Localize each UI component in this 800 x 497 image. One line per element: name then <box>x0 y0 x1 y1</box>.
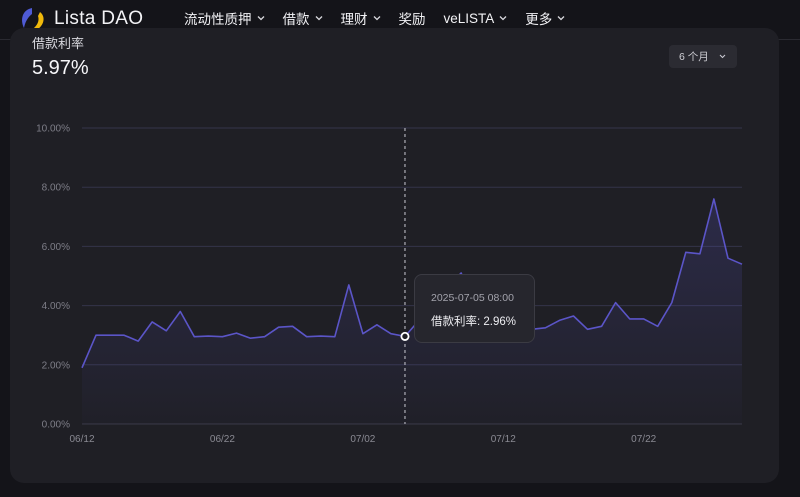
y-tick-label: 6.00% <box>42 242 70 253</box>
tooltip-date: 2025-07-05 08:00 <box>431 292 514 304</box>
y-tick-label: 8.00% <box>42 183 70 194</box>
y-tick-label: 0.00% <box>42 420 70 431</box>
x-tick-label: 07/22 <box>631 434 656 445</box>
y-tick-label: 4.00% <box>42 301 70 312</box>
x-tick-label: 07/02 <box>350 434 375 445</box>
hover-point <box>400 331 410 341</box>
x-tick-label: 07/12 <box>491 434 516 445</box>
x-tick-label: 06/22 <box>210 434 235 445</box>
tooltip-value: 借款利率: 2.96% <box>431 316 516 328</box>
borrow-rate-chart[interactable]: 0.00% 2.00% 4.00% 6.00% 8.00% 10.00% 06/12 06/… <box>0 0 800 497</box>
chart-tooltip: 2025-07-05 08:00 借款利率: 2.96% <box>414 274 535 343</box>
y-tick-label: 2.00% <box>42 360 70 371</box>
x-tick-label: 06/12 <box>69 434 94 445</box>
y-tick-label: 10.00% <box>36 124 70 135</box>
